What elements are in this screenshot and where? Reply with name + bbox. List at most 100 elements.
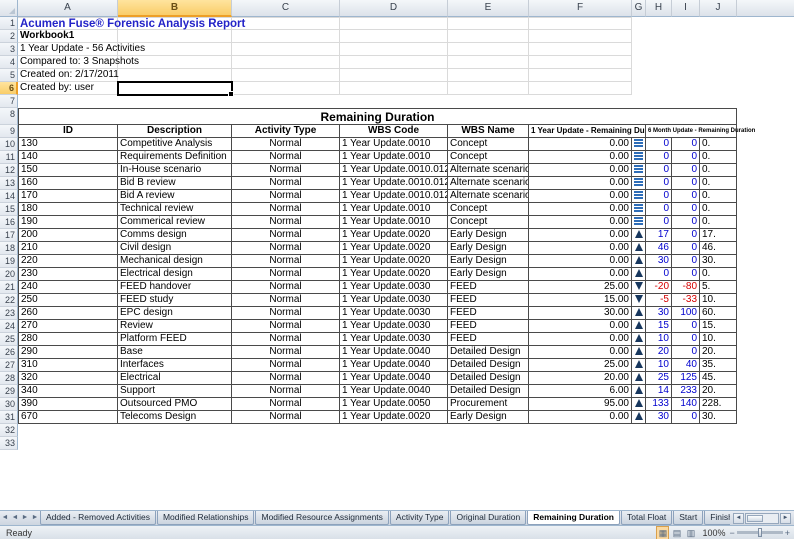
row-header-15[interactable]: 15 [0,203,18,216]
cell-id-260[interactable]: 260 [18,307,118,320]
cell-trend[interactable] [632,216,646,229]
cell-id-270[interactable]: 270 [18,320,118,333]
cell-wbs-name[interactable]: FEED [448,294,529,307]
cell-wbs-name[interactable]: FEED [448,281,529,294]
cell-delta-pct[interactable]: 233 [672,385,700,398]
cell-id-200[interactable]: 200 [18,229,118,242]
cell-E5[interactable] [448,69,529,82]
cell-id-170[interactable]: 170 [18,190,118,203]
cell-six-month-update-value[interactable]: 5. [700,281,737,294]
normal-view-icon[interactable]: ▦ [656,526,669,539]
cell-id-190[interactable]: 190 [18,216,118,229]
row-header-16[interactable]: 16 [0,216,18,229]
sheet-tab-activity-type[interactable]: Activity Type [390,511,450,525]
cell-six-month-update-value[interactable]: 20. [700,346,737,359]
cell-description[interactable]: Electrical design [118,268,232,281]
zoom-slider-thumb[interactable] [758,528,762,537]
cell-wbs-name[interactable]: Concept [448,203,529,216]
cell-delta-pct[interactable]: 0 [672,242,700,255]
cell-E6[interactable] [448,82,529,95]
tab-nav-next-icon[interactable]: ► [20,511,30,525]
cell-description[interactable]: FEED handover [118,281,232,294]
cell-id-250[interactable]: 250 [18,294,118,307]
cell-id-150[interactable]: 150 [18,164,118,177]
cell-delta[interactable]: -20 [646,281,672,294]
row-header-22[interactable]: 22 [0,294,18,307]
cell-id-320[interactable]: 320 [18,372,118,385]
cell-wbs-code[interactable]: 1 Year Update.0020 [340,255,448,268]
cell-wbs-name[interactable]: Detailed Design [448,372,529,385]
cell-C1[interactable] [232,17,340,30]
cell-year-update-value[interactable]: 20.00 [529,372,632,385]
cell-year-update-value[interactable]: 0.00 [529,229,632,242]
row-header-13[interactable]: 13 [0,177,18,190]
cell-delta[interactable]: 25 [646,372,672,385]
cell-year-update-value[interactable]: 0.00 [529,242,632,255]
cell-six-month-update-value[interactable]: 60. [700,307,737,320]
cell-description[interactable]: Review [118,320,232,333]
cell-year-update-value[interactable]: 0.00 [529,190,632,203]
cell-trend[interactable] [632,346,646,359]
cell-id-390[interactable]: 390 [18,398,118,411]
row-header-25[interactable]: 25 [0,333,18,346]
sheet-tab-remaining-duration[interactable]: Remaining Duration [527,511,620,525]
cell-id-310[interactable]: 310 [18,359,118,372]
column-header-G[interactable]: G [632,0,646,17]
row-header-23[interactable]: 23 [0,307,18,320]
cell-id-130[interactable]: 130 [18,138,118,151]
page-layout-view-icon[interactable]: ▤ [670,526,683,539]
cell-activity-type[interactable]: Normal [232,385,340,398]
select-all-button[interactable] [0,0,18,17]
cell-six-month-update-value[interactable]: 35. [700,359,737,372]
cell-D1[interactable] [340,17,448,30]
cell-delta-pct[interactable]: 0 [672,255,700,268]
cell-activity-type[interactable]: Normal [232,359,340,372]
cell-trend[interactable] [632,164,646,177]
cell-wbs-name[interactable]: FEED [448,333,529,346]
cell-wbs-code[interactable]: 1 Year Update.0010 [340,138,448,151]
cell-trend[interactable] [632,294,646,307]
cell-activity-type[interactable]: Normal [232,151,340,164]
cell-delta-pct[interactable]: 0 [672,268,700,281]
cell-description[interactable]: EPC design [118,307,232,320]
zoom-in-icon[interactable]: + [785,528,790,538]
cell-C5[interactable] [232,69,340,82]
cell-delta[interactable]: 30 [646,307,672,320]
cell-activity-type[interactable]: Normal [232,242,340,255]
cell-activity-type[interactable]: Normal [232,411,340,424]
cell-wbs-code[interactable]: 1 Year Update.0020 [340,268,448,281]
cell-delta[interactable]: 133 [646,398,672,411]
cell-six-month-update-value[interactable]: 0. [700,190,737,203]
cell-activity-type[interactable]: Normal [232,333,340,346]
cell-trend[interactable] [632,268,646,281]
cell-id-210[interactable]: 210 [18,242,118,255]
cell-wbs-name[interactable]: Early Design [448,229,529,242]
cell-delta[interactable]: -5 [646,294,672,307]
cell-six-month-update-value[interactable]: 0. [700,177,737,190]
column-header-F[interactable]: F [529,0,632,17]
cell-F3[interactable] [529,43,632,56]
cell-delta-pct[interactable]: 0 [672,411,700,424]
cell-trend[interactable] [632,398,646,411]
cell-year-update-value[interactable]: 0.00 [529,177,632,190]
cell-wbs-name[interactable]: Detailed Design [448,346,529,359]
cell-trend[interactable] [632,190,646,203]
table-header-description[interactable]: Description [118,125,232,138]
row-header-21[interactable]: 21 [0,281,18,294]
cell-year-update-value[interactable]: 25.00 [529,281,632,294]
tab-nav-prev-icon[interactable]: ◄ [10,511,20,525]
cell-wbs-name[interactable]: Alternate scenario [448,164,529,177]
row-header-12[interactable]: 12 [0,164,18,177]
cell-wbs-code[interactable]: 1 Year Update.0020 [340,411,448,424]
cell-delta[interactable]: 0 [646,151,672,164]
cell-D4[interactable] [340,56,448,69]
cell-year-update-value[interactable]: 0.00 [529,138,632,151]
cell-description[interactable]: Outsourced PMO [118,398,232,411]
row-header-33[interactable]: 33 [0,437,18,450]
row-header-32[interactable]: 32 [0,424,18,437]
cell-wbs-code[interactable]: 1 Year Update.0030 [340,333,448,346]
cell-id-230[interactable]: 230 [18,268,118,281]
cell-year-update-value[interactable]: 15.00 [529,294,632,307]
cell-trend[interactable] [632,359,646,372]
sheet-tab-start[interactable]: Start [673,511,703,525]
